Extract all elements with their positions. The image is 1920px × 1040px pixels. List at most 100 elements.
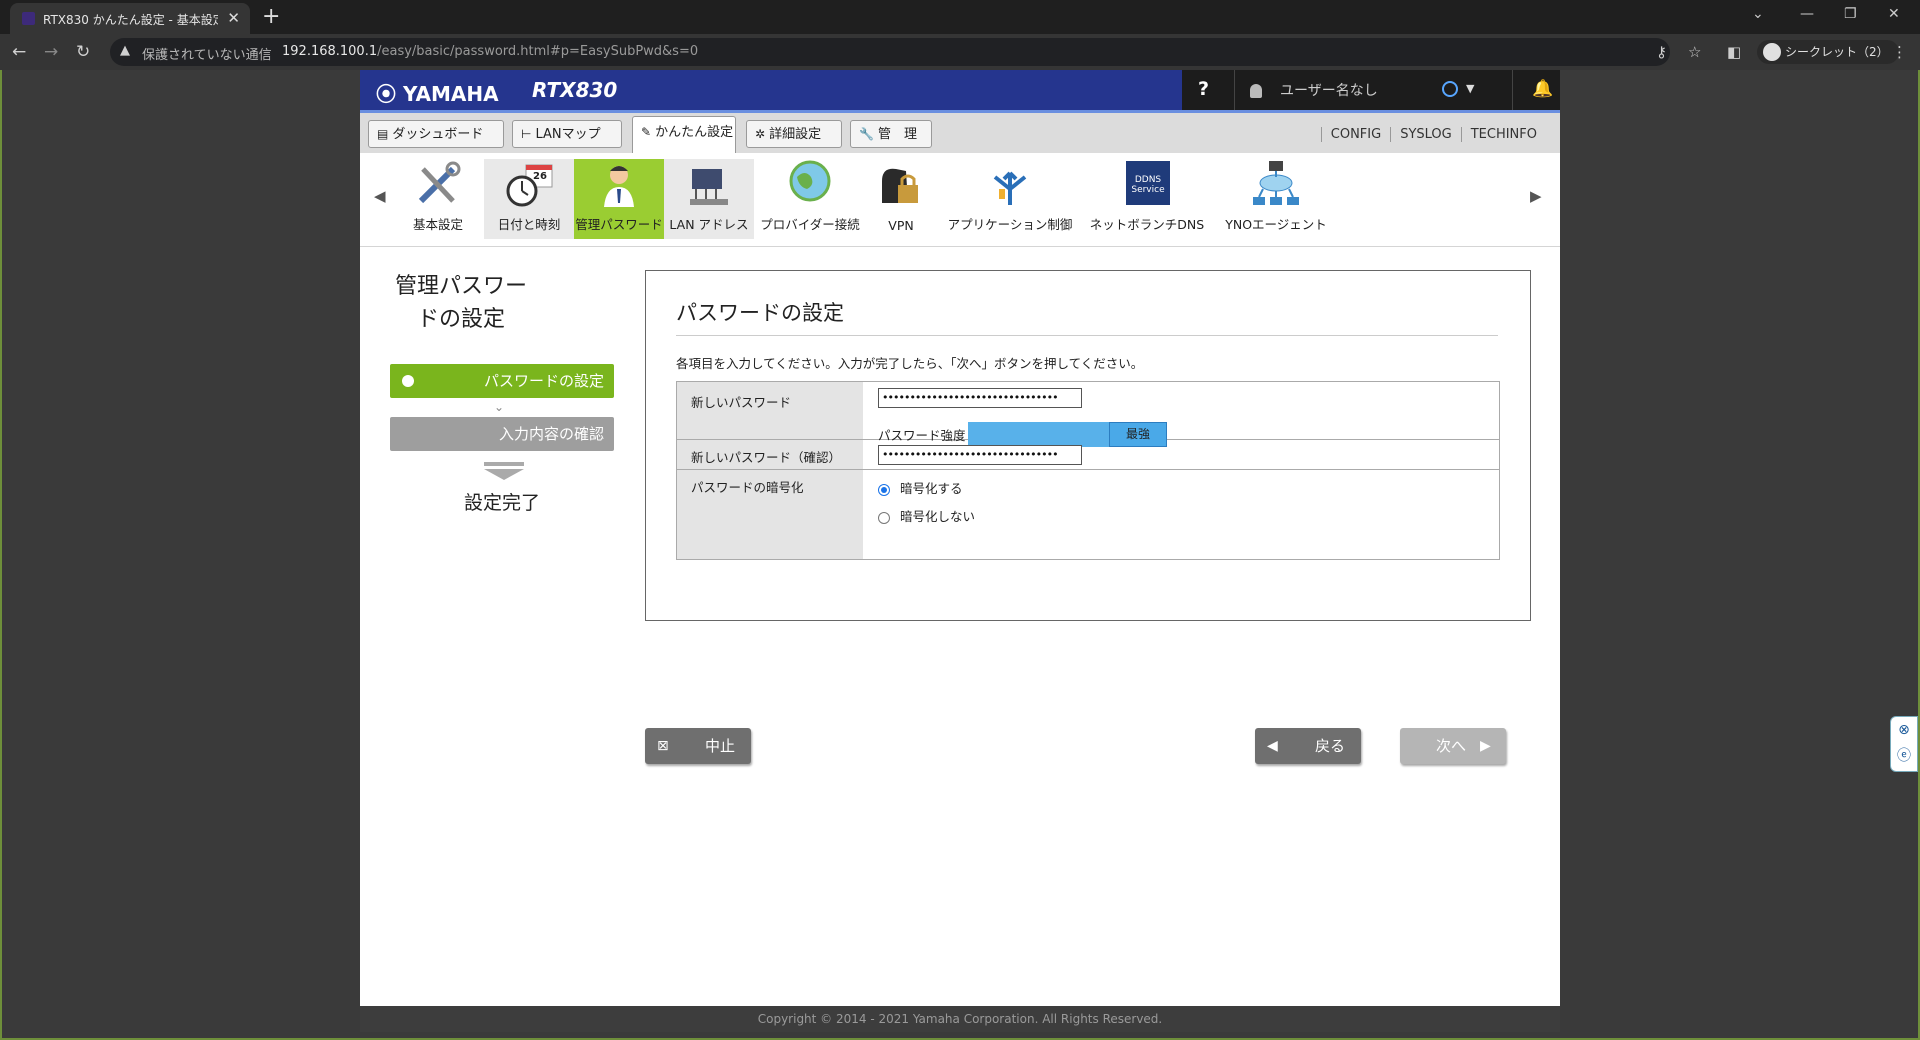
browser-menu-icon[interactable]: ⋮ [1892, 43, 1907, 61]
url-path: /easy/basic/password.html#p=EasySubPwd&s… [377, 44, 699, 59]
step-confirm: 入力内容の確認 [390, 417, 614, 451]
status-ring-icon[interactable] [1442, 81, 1458, 97]
icon-vpn[interactable]: VPN [866, 159, 936, 239]
tools-icon [413, 159, 463, 209]
menu-dashboard[interactable]: ▤ ダッシュボード [368, 120, 504, 148]
feature-icon-bar: ◀ 基本設定 26 日付と時刻 管理パスワード LAN アドレス プロバイダー接… [360, 153, 1560, 247]
cancel-x-icon: ⊠ [657, 738, 669, 754]
next-button[interactable]: 次へ ▶ [1400, 728, 1506, 764]
cancel-button[interactable]: ⊠ 中止 [645, 728, 751, 764]
lanmap-icon: ⊢ [521, 127, 532, 141]
network-tree-icon [1251, 159, 1301, 209]
user-menu[interactable]: ユーザー名なし [1250, 80, 1378, 100]
icon-basic-settings[interactable]: 基本設定 [402, 159, 474, 239]
radio-unselected[interactable] [878, 511, 890, 524]
icon-yno-agent[interactable]: YNOエージェント [1216, 159, 1336, 239]
new-password-input[interactable]: •••••••••••••••••••••••••••••••• [878, 388, 1082, 408]
new-password-row: 新しいパスワード •••••••••••••••••••••••••••••••… [677, 382, 1499, 447]
syslog-link[interactable]: SYSLOG [1390, 127, 1461, 142]
radio-selected[interactable] [878, 483, 890, 496]
icon-lan-address[interactable]: LAN アドレス [664, 159, 754, 239]
favicon-icon [22, 12, 35, 25]
encryption-label: パスワードの暗号化 [677, 470, 863, 559]
confirm-password-row: 新しいパスワード（確認） •••••••••••••••••••••••••••… [677, 440, 1499, 470]
globe-icon [785, 159, 835, 209]
confirm-password-input[interactable]: •••••••••••••••••••••••••••••••• [878, 445, 1082, 465]
icon-date-time[interactable]: 26 日付と時刻 [484, 159, 574, 239]
side-panel-icon[interactable]: ◧ [1727, 43, 1741, 61]
icon-label: 基本設定 [412, 217, 463, 232]
notification-bell-icon[interactable]: 🔔 [1532, 79, 1553, 99]
step-label: パスワードの設定 [483, 372, 604, 390]
menu-lanmap[interactable]: ⊢ LANマップ [512, 120, 622, 148]
cancel-label: 中止 [705, 737, 736, 755]
back-label: 戻る [1315, 737, 1346, 755]
scroll-left-icon[interactable]: ◀ [374, 187, 386, 205]
menu-management[interactable]: 🔧 管 理 [850, 120, 932, 148]
step-password-setting: パスワードの設定 [390, 364, 614, 398]
copyright-footer: Copyright © 2014 - 2021 Yamaha Corporati… [360, 1006, 1560, 1032]
encrypt-off-option[interactable]: 暗号化しない [878, 506, 975, 525]
reload-icon[interactable]: ↻ [76, 42, 90, 62]
icon-admin-password[interactable]: 管理パスワード [574, 159, 664, 239]
menu-easy-setup[interactable]: ✎ かんたん設定 [632, 116, 736, 153]
forward-icon[interactable]: → [44, 42, 58, 62]
icon-label: 管理パスワード [575, 217, 663, 232]
url-host: 192.168.100.1 [282, 44, 378, 59]
config-link[interactable]: CONFIG [1320, 127, 1391, 142]
help-button[interactable]: ? [1198, 78, 1209, 100]
browser-tab[interactable]: RTX830 かんたん設定 - 基本設定 - ✕ [10, 3, 250, 34]
menu-advanced[interactable]: ✲ 詳細設定 [746, 120, 842, 148]
address-bar[interactable]: ▲ 保護されていない通信 192.168.100.1/easy/basic/pa… [110, 38, 1670, 66]
menu-label: 管 理 [877, 127, 917, 142]
menu-label: LANマップ [535, 127, 601, 142]
back-button[interactable]: ◀ 戻る [1255, 728, 1361, 764]
icon-provider[interactable]: プロバイダー接続 [760, 159, 860, 239]
url-text: 192.168.100.1/easy/basic/password.html#p… [282, 44, 698, 59]
icon-label: VPN [888, 218, 914, 233]
calendar-day: 26 [533, 171, 547, 182]
tab-title: RTX830 かんたん設定 - 基本設定 - [43, 13, 218, 27]
warning-icon: ▲ [120, 43, 130, 58]
user-name: ユーザー名なし [1280, 83, 1378, 99]
icon-label: LAN アドレス [669, 217, 749, 232]
restore-icon[interactable]: ❐ [1844, 6, 1857, 22]
chevron-down-icon[interactable]: ▼ [1466, 82, 1474, 95]
back-icon[interactable]: ← [12, 42, 26, 62]
not-secure-label: 保護されていない通信 [142, 48, 272, 63]
form-heading: パスワードの設定 [676, 301, 844, 325]
icon-label: 日付と時刻 [497, 217, 561, 232]
key-icon[interactable]: ⚷ [1656, 43, 1667, 61]
close-circle-icon[interactable]: ⊗ [1891, 717, 1917, 743]
close-window-icon[interactable]: ✕ [1888, 6, 1900, 22]
close-tab-icon[interactable]: ✕ [227, 9, 240, 27]
incognito-label: シークレット（2） [1785, 45, 1889, 59]
scroll-right-icon[interactable]: ▶ [1530, 187, 1542, 205]
step-complete: 設定完了 [463, 492, 540, 514]
clock-calendar-icon: 26 [504, 159, 554, 209]
header-divider [1234, 70, 1235, 110]
admin-person-icon [594, 159, 644, 209]
icon-label: プロバイダー接続 [760, 217, 860, 232]
minimize-icon[interactable]: — [1800, 6, 1814, 22]
icon-netvolante-dns[interactable]: DDNS Service ネットボランチDNS [1082, 159, 1212, 239]
header-divider [1512, 70, 1513, 110]
user-icon [1250, 84, 1262, 98]
heading-divider [676, 335, 1498, 336]
encrypt-on-option[interactable]: 暗号化する [878, 478, 963, 497]
encryption-row: パスワードの暗号化 暗号化する 暗号化しない [677, 470, 1499, 559]
techinfo-link[interactable]: TECHINFO [1460, 127, 1546, 142]
tab-search-icon[interactable]: ⌄ [1752, 6, 1764, 22]
password-form-table: 新しいパスワード •••••••••••••••••••••••••••••••… [676, 381, 1500, 560]
new-tab-icon[interactable]: + [262, 4, 280, 29]
icon-app-control[interactable]: アプリケーション制御 [940, 159, 1080, 239]
incognito-icon [1763, 43, 1781, 61]
brand-name: YAMAHA [402, 82, 499, 106]
bookmark-star-icon[interactable]: ☆ [1688, 43, 1701, 61]
lan-network-icon [684, 159, 734, 209]
brand-bar: ⦿ YAMAHA RTX830 ? ユーザー名なし ▼ 🔔 [360, 70, 1560, 110]
edge-e-icon[interactable]: ⓔ [1891, 743, 1917, 769]
incognito-indicator[interactable]: シークレット（2） [1757, 40, 1899, 64]
new-password-label: 新しいパスワード [677, 382, 863, 439]
icon-label: ネットボランチDNS [1089, 217, 1205, 232]
